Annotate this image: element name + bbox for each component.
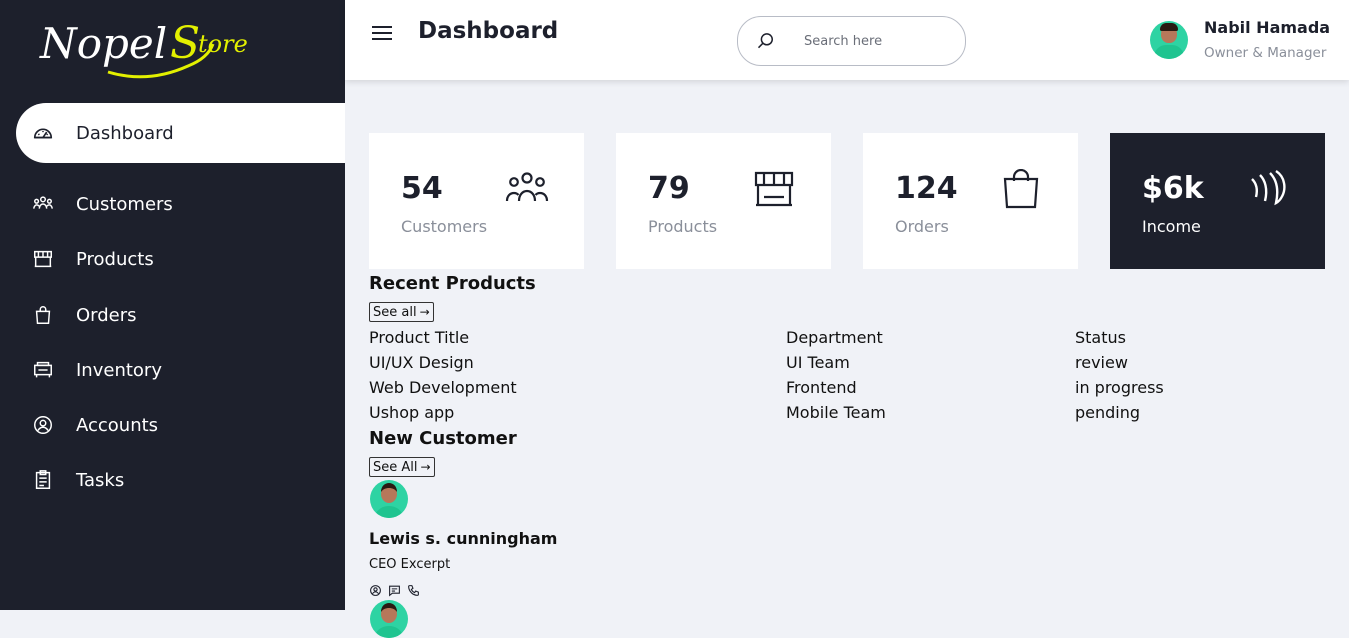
search-input[interactable] bbox=[802, 32, 946, 50]
see-all-products-button[interactable]: See all → bbox=[369, 302, 434, 322]
table-cell-status: in progress bbox=[1075, 378, 1164, 397]
logo-image: Nopel S tore bbox=[39, 18, 248, 79]
sidebar-item-label: Inventory bbox=[76, 359, 162, 381]
message-icon[interactable] bbox=[388, 582, 401, 597]
stat-label: Products bbox=[648, 217, 718, 236]
stat-label: Customers bbox=[401, 217, 488, 236]
user-profile[interactable]: Nabil Hamada Owner & Manager bbox=[1150, 18, 1330, 61]
sidebar-item-label: Accounts bbox=[76, 414, 159, 436]
user-circle-icon bbox=[32, 414, 54, 436]
sidebar-item-label: Products bbox=[76, 248, 154, 270]
sidebar: Nopel S tore Dashboard Customers Product… bbox=[0, 0, 345, 610]
avatar[interactable] bbox=[1150, 20, 1188, 59]
new-customer-title: New Customer bbox=[369, 428, 517, 449]
sidebar-item-label: Tasks bbox=[76, 469, 125, 491]
table-cell-title: UI/UX Design bbox=[369, 353, 474, 372]
user-role: Owner & Manager bbox=[1204, 45, 1327, 61]
shopping-bag-icon bbox=[1003, 169, 1039, 209]
see-all-label: See All bbox=[373, 459, 418, 475]
sidebar-item-tasks[interactable]: Tasks bbox=[16, 450, 345, 510]
sidebar-item-accounts[interactable]: Accounts bbox=[16, 395, 345, 455]
sidebar-item-dashboard[interactable]: Dashboard bbox=[16, 103, 345, 163]
table-header-status: Status bbox=[1075, 328, 1126, 347]
phone-icon[interactable] bbox=[407, 582, 420, 596]
table-cell-title: Web Development bbox=[369, 378, 517, 397]
stat-value: 54 bbox=[401, 171, 443, 206]
stat-card-products[interactable]: 79 Products bbox=[616, 133, 831, 269]
customer-avatar[interactable] bbox=[370, 600, 408, 638]
hamburger-menu-icon[interactable] bbox=[372, 22, 394, 44]
storefront-icon bbox=[754, 171, 794, 207]
brand-logo[interactable]: Nopel S tore bbox=[38, 14, 300, 86]
customer-avatar[interactable] bbox=[370, 480, 408, 518]
customer-actions bbox=[369, 582, 420, 597]
stat-card-income[interactable]: $6k Income bbox=[1110, 133, 1325, 269]
sidebar-item-label: Dashboard bbox=[76, 122, 174, 144]
income-waves-icon bbox=[1251, 170, 1286, 206]
top-header: Dashboard Nabil Hamada Owner & Manager bbox=[345, 0, 1349, 80]
table-cell-title: Ushop app bbox=[369, 403, 455, 422]
stat-label: Orders bbox=[895, 217, 949, 236]
user-name: Nabil Hamada bbox=[1204, 18, 1331, 37]
search-icon[interactable] bbox=[756, 31, 776, 51]
sidebar-item-customers[interactable]: Customers bbox=[16, 174, 345, 234]
people-group-icon bbox=[32, 193, 54, 215]
shopping-bag-icon bbox=[32, 304, 54, 326]
sidebar-item-products[interactable]: Products bbox=[16, 229, 345, 289]
page-title: Dashboard bbox=[418, 18, 559, 44]
table-cell-status: pending bbox=[1075, 403, 1141, 422]
see-all-label: See all bbox=[373, 304, 417, 320]
stat-label: Income bbox=[1142, 217, 1201, 236]
search-box[interactable] bbox=[737, 16, 966, 66]
sidebar-item-inventory[interactable]: Inventory bbox=[16, 340, 345, 400]
recent-products-title: Recent Products bbox=[369, 273, 536, 294]
table-header-department: Department bbox=[786, 328, 883, 347]
stat-value: $6k bbox=[1142, 171, 1204, 206]
inventory-icon bbox=[32, 359, 54, 381]
arrow-right-icon: → bbox=[420, 460, 431, 474]
user-circle-icon[interactable] bbox=[369, 582, 382, 596]
arrow-right-icon: → bbox=[419, 305, 430, 319]
table-cell-department: UI Team bbox=[786, 353, 850, 372]
customer-name: Lewis s. cunningham bbox=[369, 529, 558, 548]
clipboard-list-icon bbox=[32, 469, 54, 491]
customer-role: CEO Excerpt bbox=[369, 557, 451, 572]
table-cell-department: Frontend bbox=[786, 378, 857, 397]
table-cell-status: review bbox=[1075, 353, 1128, 372]
people-group-icon bbox=[505, 172, 549, 202]
stat-value: 124 bbox=[895, 171, 958, 206]
dashboard-gauge-icon bbox=[32, 122, 54, 144]
svg-text:Nopel: Nopel bbox=[39, 19, 167, 68]
storefront-icon bbox=[32, 248, 54, 270]
sidebar-item-label: Orders bbox=[76, 304, 137, 326]
stat-value: 79 bbox=[648, 171, 690, 206]
see-all-customers-button[interactable]: See All → bbox=[369, 457, 435, 477]
table-header-title: Product Title bbox=[369, 328, 470, 347]
stat-card-orders[interactable]: 124 Orders bbox=[863, 133, 1078, 269]
sidebar-item-label: Customers bbox=[76, 193, 173, 215]
sidebar-item-orders[interactable]: Orders bbox=[16, 285, 345, 345]
stat-card-customers[interactable]: 54 Customers bbox=[369, 133, 584, 269]
table-cell-department: Mobile Team bbox=[786, 403, 886, 422]
